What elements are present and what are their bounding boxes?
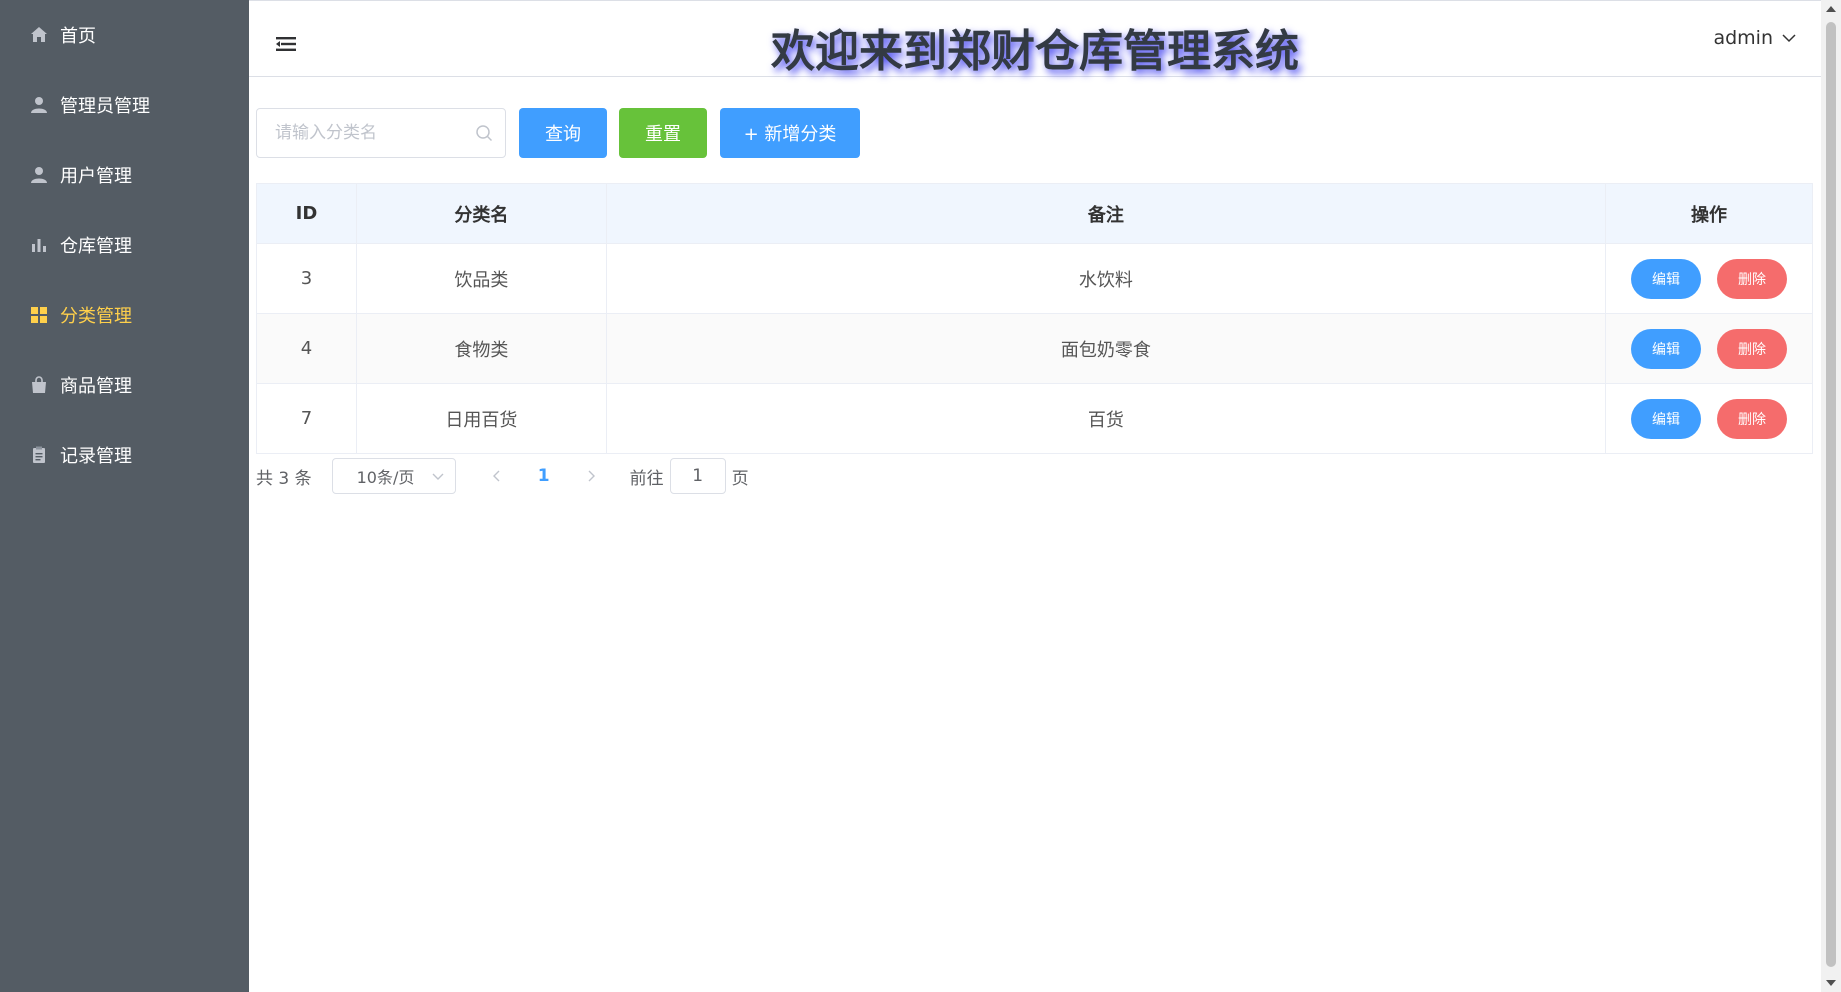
- page-size-select[interactable]: 10条/页: [331, 458, 456, 494]
- column-header-name: 分类名: [356, 183, 607, 244]
- cell-remark: 面包奶零食: [606, 313, 1607, 384]
- chevron-down-icon: [432, 473, 444, 480]
- cell-id: 7: [256, 383, 357, 454]
- pagination: 共 3 条 10条/页 1 前往 页: [256, 458, 749, 494]
- query-button[interactable]: 查询: [519, 108, 607, 158]
- sidebar-menu: 首页 管理员管理 用户管理 仓库管理 分类管理 商品管理 记录管理: [0, 0, 249, 490]
- page-size-value: 10条/页: [356, 468, 415, 487]
- sidebar-item-user-management[interactable]: 用户管理: [0, 140, 249, 210]
- app-root: 首页 管理员管理 用户管理 仓库管理 分类管理 商品管理 记录管理 欢迎来到郑财…: [0, 0, 1841, 992]
- sidebar-item-label: 首页: [60, 26, 96, 47]
- delete-button[interactable]: 删除: [1717, 258, 1788, 299]
- edit-button[interactable]: 编辑: [1631, 328, 1702, 369]
- sidebar-item-home[interactable]: 首页: [0, 0, 249, 70]
- sidebar-item-admin-management[interactable]: 管理员管理: [0, 70, 249, 140]
- column-header-actions: 操作: [1605, 183, 1813, 244]
- column-header-remark: 备注: [606, 183, 1607, 244]
- add-category-button[interactable]: + 新增分类: [720, 108, 860, 158]
- sidebar-item-label: 用户管理: [60, 166, 132, 187]
- sidebar-item-label: 商品管理: [60, 376, 132, 397]
- cell-actions: 编辑 删除: [1605, 383, 1813, 454]
- cell-id: 3: [256, 243, 357, 314]
- sidebar-item-label: 分类管理: [60, 306, 132, 327]
- top-header: 欢迎来到郑财仓库管理系统 admin: [249, 0, 1821, 77]
- scroll-up-arrow-icon[interactable]: [1825, 4, 1837, 14]
- user-icon: [28, 164, 50, 186]
- table-row: 3 饮品类 水饮料 编辑 删除: [256, 243, 1813, 314]
- edit-button[interactable]: 编辑: [1631, 398, 1702, 439]
- sidebar-item-label: 管理员管理: [60, 96, 150, 117]
- sidebar-item-product-management[interactable]: 商品管理: [0, 350, 249, 420]
- sidebar-item-label: 仓库管理: [60, 236, 132, 257]
- user-dropdown[interactable]: admin: [1713, 27, 1797, 49]
- sidebar-item-warehouse-management[interactable]: 仓库管理: [0, 210, 249, 280]
- username: admin: [1713, 27, 1773, 49]
- cell-remark: 百货: [606, 383, 1607, 454]
- page-unit-label: 页: [731, 468, 749, 489]
- scroll-down-arrow-icon[interactable]: [1825, 978, 1837, 988]
- home-icon: [28, 24, 50, 46]
- sidebar-item-record-management[interactable]: 记录管理: [0, 420, 249, 490]
- main-content: 查询 重置 + 新增分类 ID 分类名 备注 操作 3 饮品类 水饮料: [249, 77, 1821, 992]
- prev-page-button[interactable]: [482, 458, 512, 494]
- table-row: 7 日用百货 百货 编辑 删除: [256, 383, 1813, 454]
- cell-id: 4: [256, 313, 357, 384]
- category-table: ID 分类名 备注 操作 3 饮品类 水饮料 编辑 删除 4 食物类 面包奶零食…: [256, 183, 1813, 454]
- column-header-id: ID: [256, 183, 357, 244]
- page-title: 欢迎来到郑财仓库管理系统: [771, 26, 1299, 77]
- next-page-button[interactable]: [576, 458, 606, 494]
- table-row: 4 食物类 面包奶零食 编辑 删除: [256, 313, 1813, 384]
- cell-name: 日用百货: [356, 383, 607, 454]
- cell-name: 饮品类: [356, 243, 607, 314]
- edit-button[interactable]: 编辑: [1631, 258, 1702, 299]
- cell-actions: 编辑 删除: [1605, 243, 1813, 314]
- delete-button[interactable]: 删除: [1717, 328, 1788, 369]
- chevron-down-icon: [1782, 34, 1796, 43]
- shopping-bag-icon: [28, 374, 50, 396]
- search-input[interactable]: [257, 109, 457, 157]
- cell-remark: 水饮料: [606, 243, 1607, 314]
- search-box: [256, 108, 506, 158]
- sidebar-item-category-management[interactable]: 分类管理: [0, 280, 249, 350]
- table-header-row: ID 分类名 备注 操作: [256, 183, 1813, 244]
- vertical-scrollbar[interactable]: [1821, 0, 1841, 992]
- user-icon: [28, 94, 50, 116]
- clipboard-icon: [28, 444, 50, 466]
- bar-chart-icon: [28, 234, 50, 256]
- cell-name: 食物类: [356, 313, 607, 384]
- chevron-right-icon: [588, 470, 595, 482]
- goto-label: 前往: [629, 468, 664, 489]
- sidebar: 首页 管理员管理 用户管理 仓库管理 分类管理 商品管理 记录管理: [0, 0, 249, 992]
- goto-page-input[interactable]: [669, 458, 726, 494]
- chevron-left-icon: [492, 470, 500, 482]
- sidebar-item-label: 记录管理: [60, 446, 132, 467]
- scrollbar-thumb[interactable]: [1826, 22, 1836, 967]
- delete-button[interactable]: 删除: [1717, 398, 1788, 439]
- page-jumper: 前往 页: [630, 458, 749, 494]
- reset-button[interactable]: 重置: [619, 108, 707, 158]
- page-number[interactable]: 1: [512, 466, 576, 486]
- total-count: 共 3 条: [256, 468, 312, 489]
- cell-actions: 编辑 删除: [1605, 313, 1813, 384]
- grid-icon: [28, 304, 50, 326]
- search-icon[interactable]: [475, 124, 493, 142]
